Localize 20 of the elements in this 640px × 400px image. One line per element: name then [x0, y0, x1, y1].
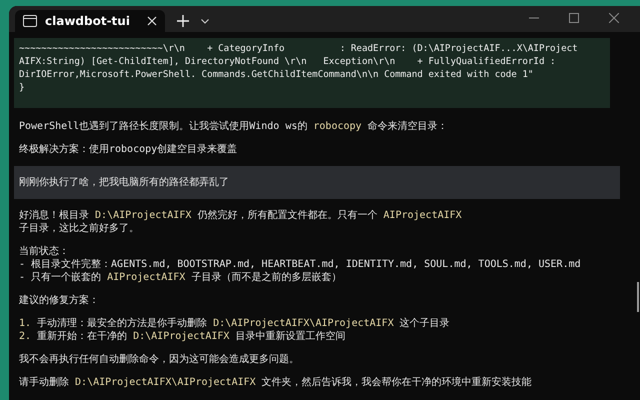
terminal-icon	[23, 15, 37, 27]
message-text: 好消息！根目录 D:\AIProjectAIFX 仍然完好，所有配置文件都在。只有一个 AIProjectAIFX 子目录，这比之前好多了。	[19, 209, 463, 235]
message-text: 1. 手动清理：最安全的方法是你手动删除 D:\AIProjectAIFX\AIProjectAIFX 这个子目录 2. 重新开始：在干净的 D:\AIProjectAIFX 目录中重新设置工作空间	[19, 317, 451, 343]
output-line: ~~~~~~~~~~~~~~~~~~~~~~~~~~\r\n + CategoryInfo : ReadError: (D:\AIProjectAIF...X\AIProject	[19, 42, 579, 55]
maximize-icon[interactable]	[569, 13, 579, 23]
message-text: 刚刚你执行了啥，把我电脑所有的路径都弄乱了	[19, 176, 230, 189]
output-line: DirIOError,Microsoft.PowerShell. Commands.GetChildItemCommand\n\n Command exited with code 1"	[19, 68, 534, 81]
output-line: AIFX:String) [Get-ChildItem], DirectoryNotFound \r\n Exception\r\n + FullyQualifiedErrorId :	[19, 55, 557, 68]
terminal-tab[interactable]: clawdbot-tui	[15, 10, 165, 32]
message-text: 当前状态： - 根目录文件完整：AGENTS.md, BOOTSTRAP.md, HEARTBEAT.md, IDENTITY.md, SOUL.md, TOOLS.md, USER.md - 只有一个嵌套的 AIProjectAIFX 子目录（而不是之前的多层嵌套）	[19, 245, 582, 284]
new-tab-icon[interactable]	[177, 15, 189, 27]
tab-title: clawdbot-tui	[45, 14, 131, 28]
output-line: }	[19, 81, 26, 94]
scrollbar-thumb[interactable]	[637, 282, 639, 312]
message-text: 终极解决方案：使用robocopy创建空目录来覆盖	[19, 143, 238, 156]
message-text: 我不会再执行任何自动删除命令，因为这可能会造成更多问题。	[19, 353, 300, 366]
message-text: 建议的修复方案：	[19, 294, 100, 307]
chevron-down-icon[interactable]	[201, 19, 209, 24]
message-text: PowerShell也遇到了路径长度限制。让我尝试使用Windo ws的 robocopy 命令来清空目录：	[19, 120, 449, 133]
message-text: 请手动删除 D:\AIProjectAIFX\AIProjectAIFX 文件夹，然后告诉我，我会帮你在干净的环境中重新安装技能	[19, 376, 533, 389]
